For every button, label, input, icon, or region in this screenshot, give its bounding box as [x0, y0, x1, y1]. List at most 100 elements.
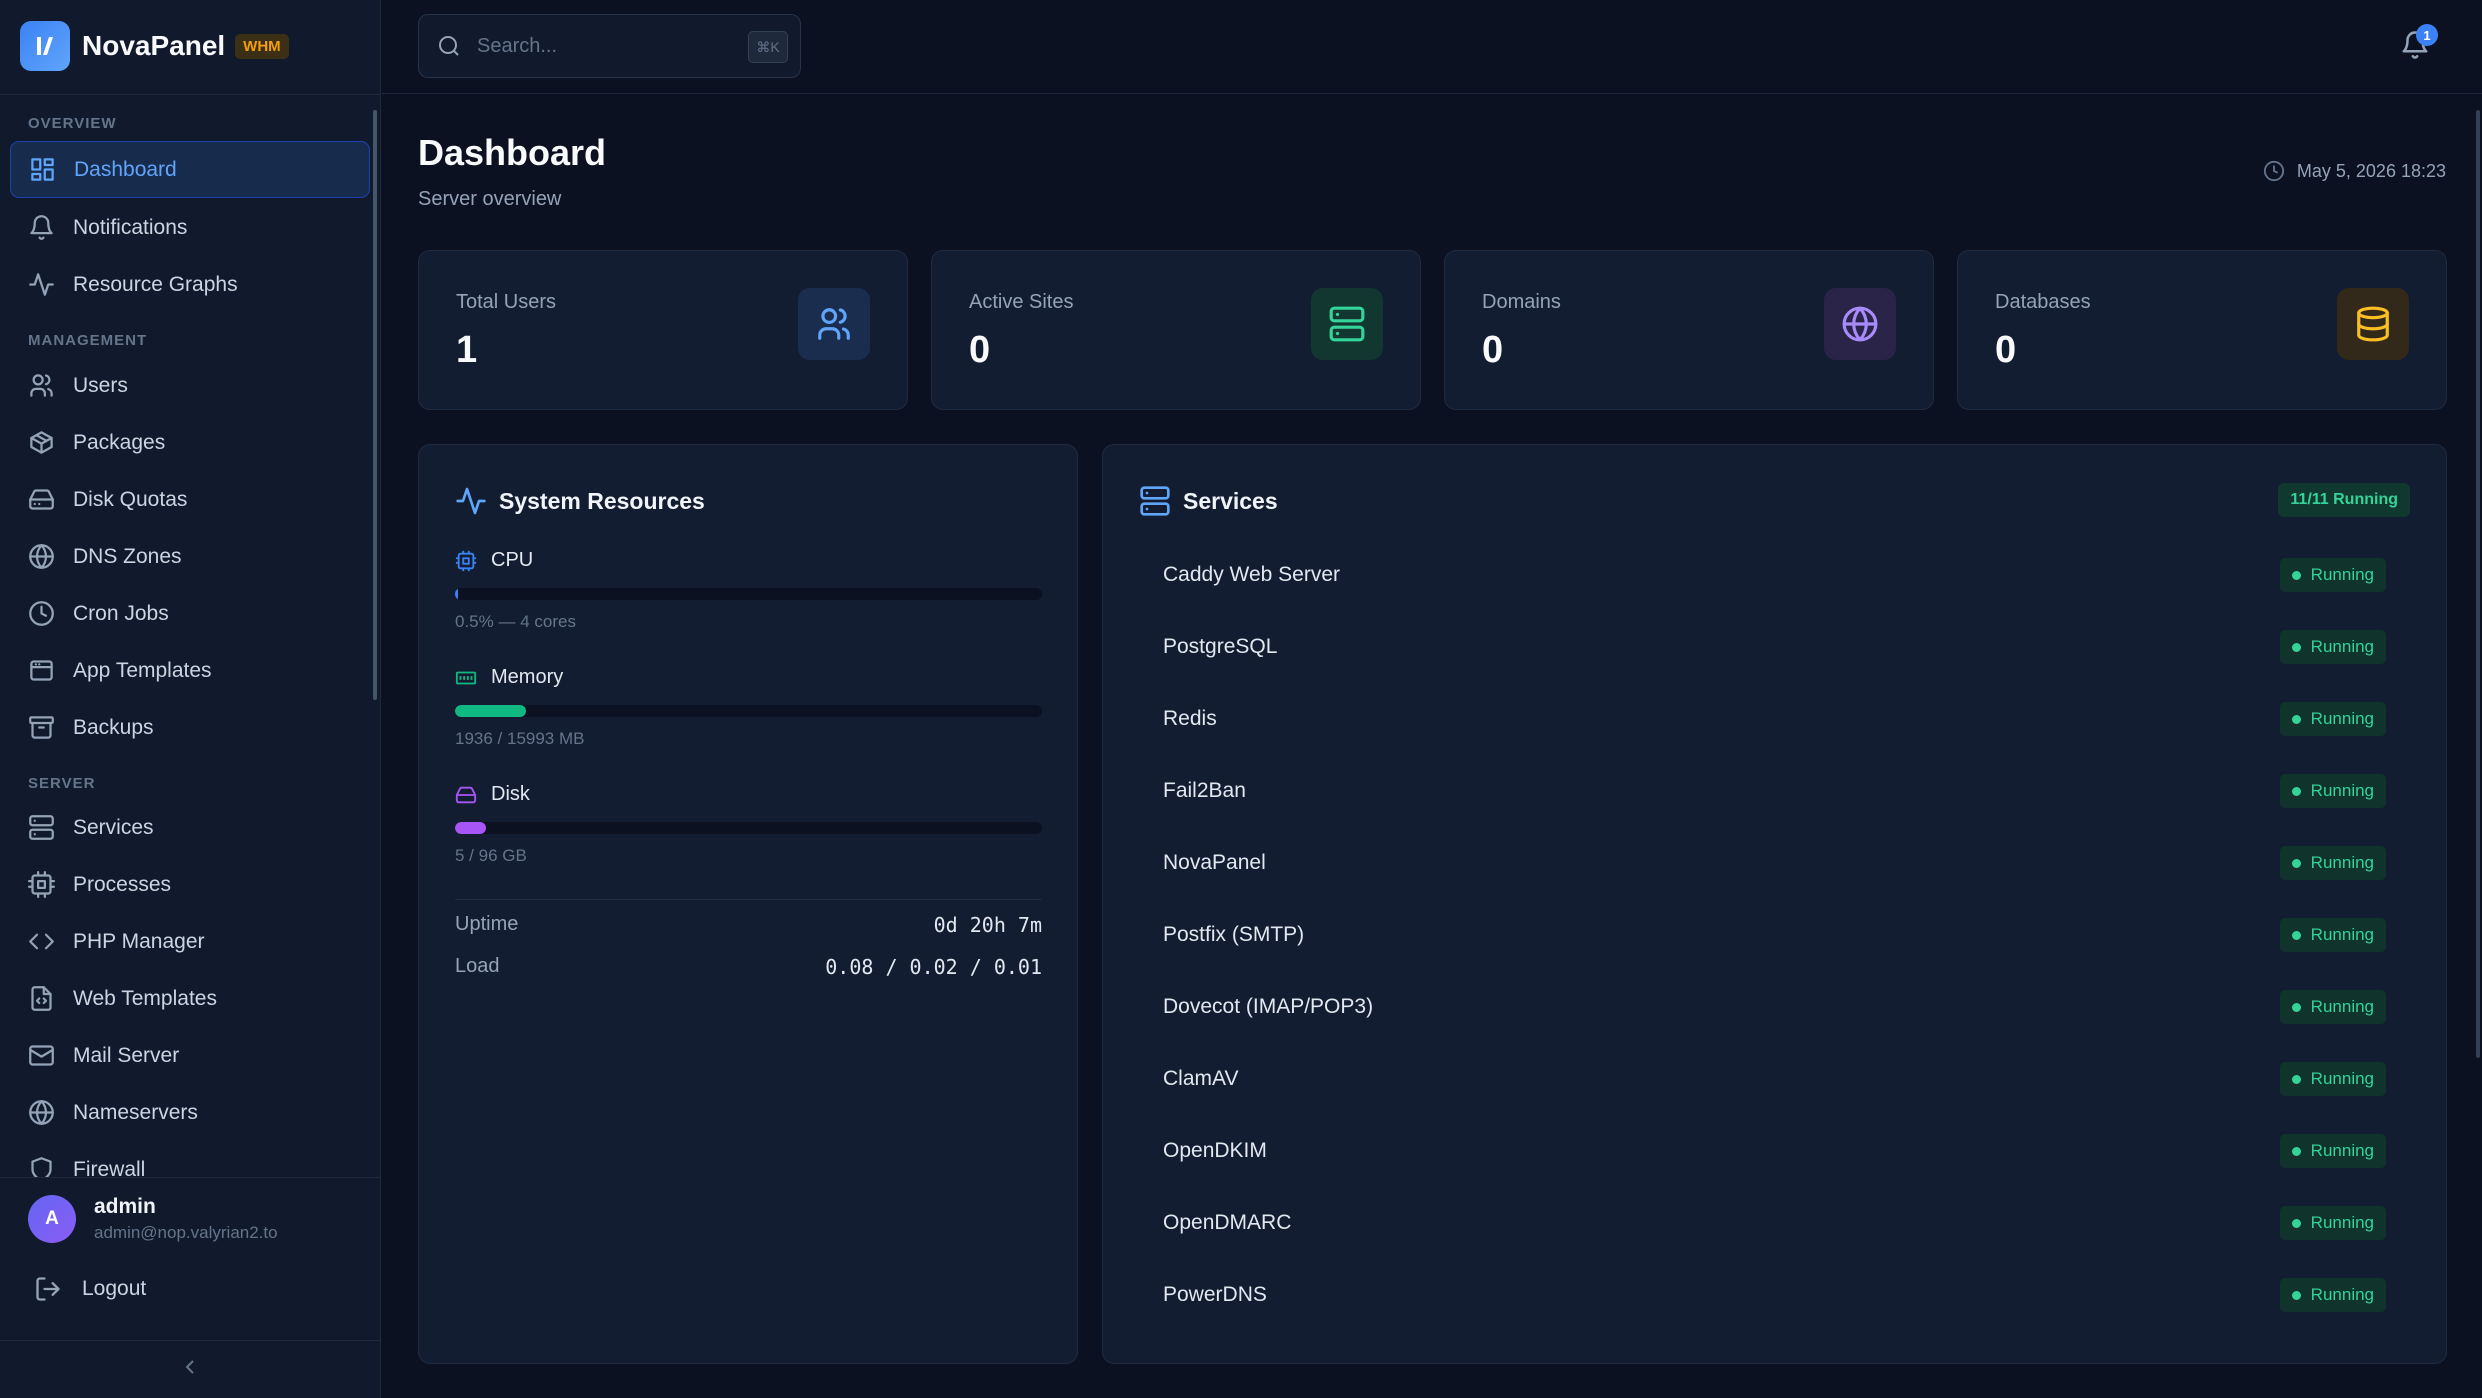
sidebar-item-nameservers[interactable]: Nameservers: [10, 1084, 370, 1141]
service-row[interactable]: Caddy Web Server Running: [1163, 555, 2386, 595]
stat-card-total-users[interactable]: Total Users 1: [418, 250, 908, 410]
sidebar-item-firewall[interactable]: Firewall: [10, 1141, 370, 1177]
status-dot-icon: [2291, 570, 2301, 580]
sidebar-divider: [0, 1340, 381, 1341]
stat-card-databases[interactable]: Databases 0: [1957, 250, 2447, 410]
sidebar-item-backups[interactable]: Backups: [10, 699, 370, 756]
archive-icon: [29, 716, 54, 739]
resource-detail: 1936 / 15993 MB: [455, 729, 585, 748]
globe-icon: [29, 544, 54, 569]
stat-card-domains[interactable]: Domains 0: [1444, 250, 1934, 410]
sidebar-item-web-templates[interactable]: Web Templates: [10, 970, 370, 1027]
service-name: Caddy Web Server: [1163, 563, 1341, 586]
sidebar-nav[interactable]: OVERVIEW Dashboard Notifications Resourc…: [0, 95, 381, 1177]
divider: [455, 899, 1042, 900]
resource-label: Disk: [491, 783, 530, 805]
sidebar-item-label: Cron Jobs: [73, 601, 169, 625]
stat-label: Active Sites: [969, 291, 1074, 313]
sidebar-item-notifications[interactable]: Notifications: [10, 199, 370, 256]
stat-value: 1: [456, 329, 478, 371]
service-row[interactable]: Dovecot (IMAP/POP3) Running: [1163, 987, 2386, 1027]
panel-title-text: System Resources: [499, 487, 705, 514]
brand-name: NovaPanel: [82, 30, 226, 61]
service-status-text: Running: [2310, 997, 2374, 1016]
sidebar-item-dns-zones[interactable]: DNS Zones: [10, 528, 370, 585]
sidebar-item-label: Notifications: [73, 215, 188, 239]
sidebar-item-label: Services: [73, 815, 154, 839]
sidebar-item-app-templates[interactable]: App Templates: [10, 642, 370, 699]
user-name: admin: [94, 1195, 156, 1218]
resource-memory: Memory 1936 / 15993 MB: [455, 666, 1042, 749]
sidebar-item-services[interactable]: Services: [10, 799, 370, 856]
resource-disk: Disk 5 / 96 GB: [455, 783, 1042, 866]
panel-title-text: Services: [1183, 487, 1278, 514]
resource-detail: 5 / 96 GB: [455, 846, 527, 865]
sidebar-item-users[interactable]: Users: [10, 357, 370, 414]
sidebar-item-label: DNS Zones: [73, 544, 182, 568]
main-scrollbar[interactable]: [2476, 110, 2480, 1058]
sidebar-item-label: App Templates: [73, 658, 212, 682]
logout-icon: [36, 1277, 60, 1301]
user-profile[interactable]: A admin admin@nop.valyrian2.to: [28, 1195, 278, 1243]
service-row[interactable]: OpenDMARC Running: [1163, 1203, 2386, 1243]
service-name: Postfix (SMTP): [1163, 923, 1305, 946]
search-input[interactable]: [477, 34, 717, 58]
globe-icon: [29, 1100, 54, 1125]
load-label: Load: [455, 955, 500, 977]
search-icon: [439, 36, 459, 56]
service-row[interactable]: PowerDNS Running: [1163, 1275, 2386, 1315]
service-name: Dovecot (IMAP/POP3): [1163, 995, 1374, 1018]
avatar: A: [28, 1195, 76, 1243]
service-row[interactable]: Postfix (SMTP) Running: [1163, 915, 2386, 955]
server-icon: [1140, 486, 1170, 516]
user-email: admin@nop.valyrian2.to: [94, 1223, 278, 1242]
logo-icon: [20, 21, 70, 71]
service-row[interactable]: PostgreSQL Running: [1163, 627, 2386, 667]
service-row[interactable]: ClamAV Running: [1163, 1059, 2386, 1099]
hard-drive-icon: [455, 786, 477, 803]
collapse-sidebar-button[interactable]: [178, 1355, 202, 1379]
service-row[interactable]: NovaPanel Running: [1163, 843, 2386, 883]
sidebar-item-packages[interactable]: Packages: [10, 414, 370, 471]
server-icon: [29, 815, 54, 840]
service-status-text: Running: [2310, 781, 2374, 800]
stat-card-active-sites[interactable]: Active Sites 0: [931, 250, 1421, 410]
stat-value: 0: [1482, 329, 1504, 371]
notifications-button[interactable]: 1: [2400, 24, 2438, 64]
logout-button[interactable]: Logout: [34, 1275, 146, 1303]
bell-icon: [30, 215, 53, 240]
service-status-text: Running: [2310, 1141, 2374, 1160]
brand-badge: WHM: [235, 33, 289, 59]
service-name: PowerDNS: [1163, 1283, 1267, 1306]
sidebar-item-label: Mail Server: [73, 1043, 180, 1067]
brand[interactable]: NovaPanel WHM: [20, 20, 289, 72]
service-status-badge: Running: [2279, 1278, 2386, 1312]
status-dot-icon: [2291, 1290, 2301, 1300]
service-row[interactable]: OpenDKIM Running: [1163, 1131, 2386, 1171]
sidebar-item-label: Nameservers: [73, 1100, 198, 1124]
service-status-badge: Running: [2279, 1062, 2386, 1096]
sidebar-item-processes[interactable]: Processes: [10, 856, 370, 913]
service-row[interactable]: Redis Running: [1163, 699, 2386, 739]
service-name: Redis: [1163, 707, 1217, 730]
shield-icon: [31, 1157, 52, 1177]
sidebar-item-disk-quotas[interactable]: Disk Quotas: [10, 471, 370, 528]
uptime-value: 0d 20h 7m: [933, 913, 1042, 937]
sidebar-item-resource-graphs[interactable]: Resource Graphs: [10, 256, 370, 313]
status-dot-icon: [2291, 1002, 2301, 1012]
sidebar-item-php-manager[interactable]: PHP Manager: [10, 913, 370, 970]
globe-icon: [1824, 288, 1896, 360]
resource-cpu: CPU 0.5% — 4 cores: [455, 549, 1042, 632]
service-row[interactable]: Fail2Ban Running: [1163, 771, 2386, 811]
sidebar-item-dashboard[interactable]: Dashboard: [10, 141, 370, 198]
sidebar-item-label: Processes: [73, 872, 172, 896]
sidebar-scrollbar[interactable]: [373, 110, 377, 700]
service-status-badge: Running: [2279, 774, 2386, 808]
sidebar-item-mail-server[interactable]: Mail Server: [10, 1027, 370, 1084]
search-box[interactable]: ⌘K: [418, 14, 801, 78]
clock-icon: [29, 601, 54, 626]
sidebar-item-cron-jobs[interactable]: Cron Jobs: [10, 585, 370, 642]
service-name: Fail2Ban: [1163, 779, 1246, 802]
load-row: Load 0.08 / 0.02 / 0.01: [455, 955, 1042, 979]
service-name: NovaPanel: [1163, 851, 1266, 874]
